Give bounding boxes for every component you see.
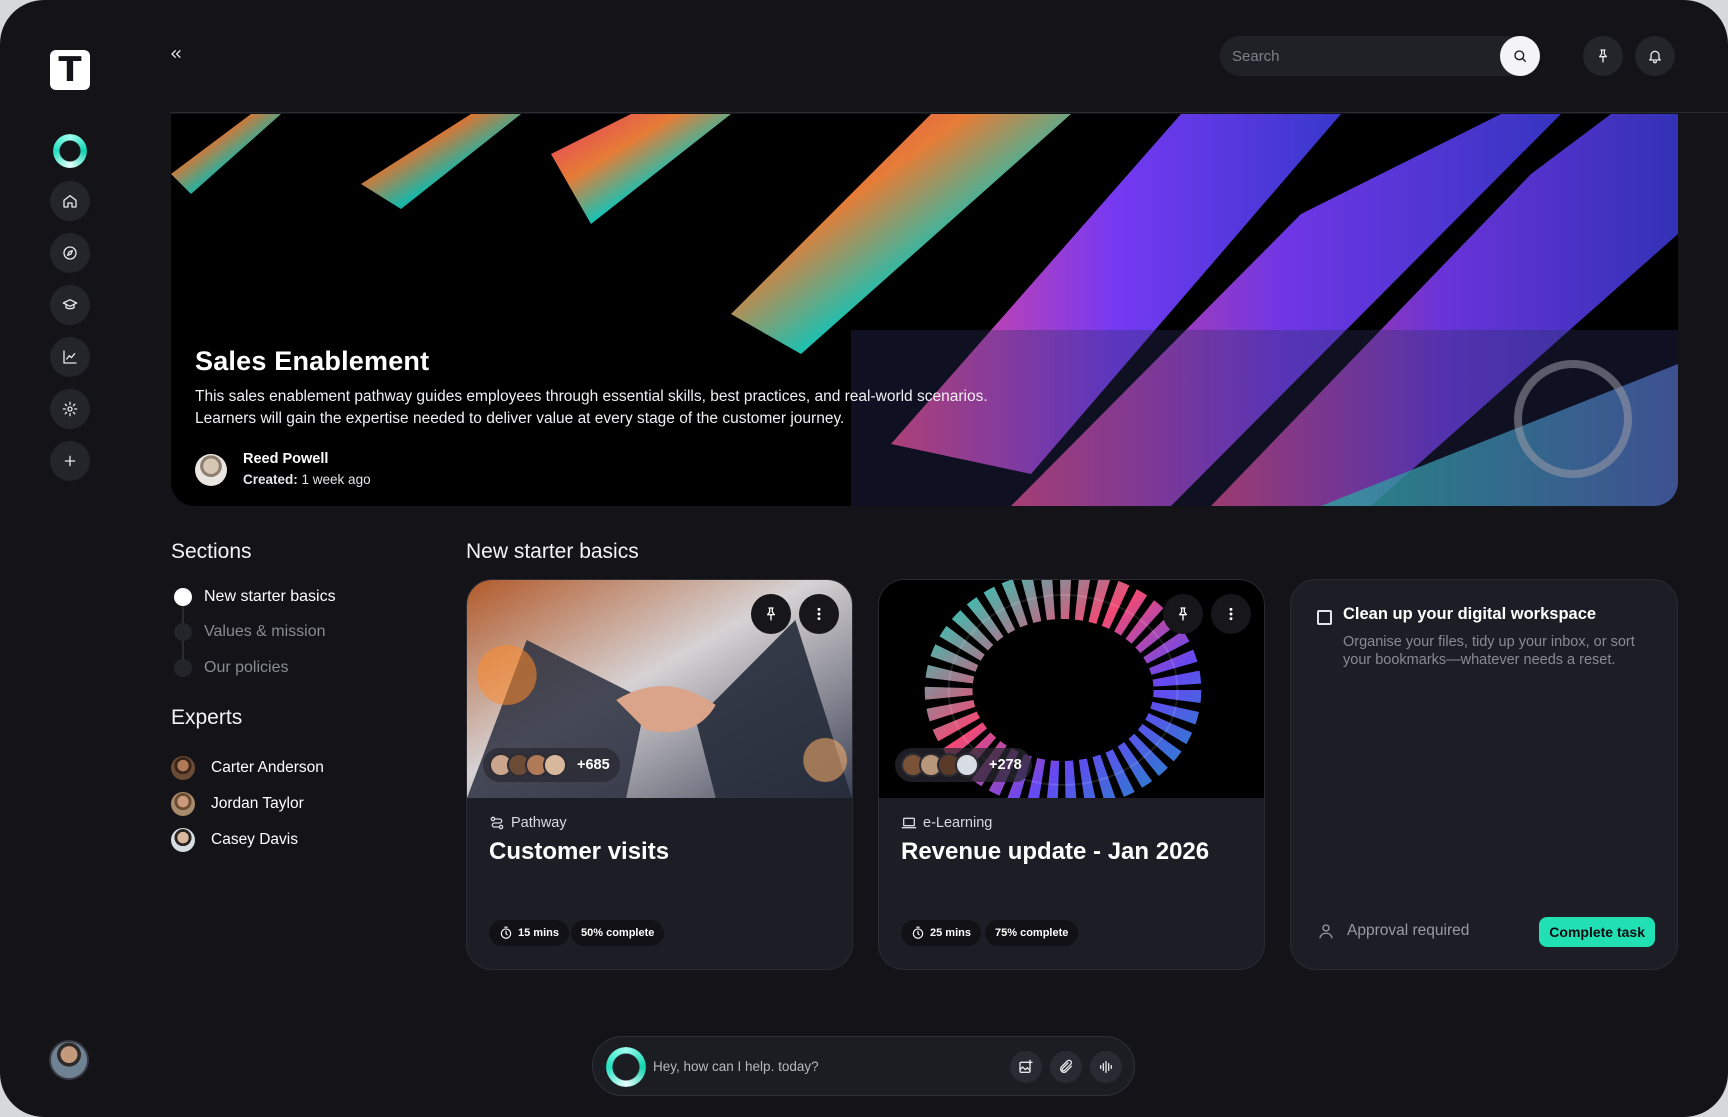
search-input[interactable] xyxy=(1232,36,1482,76)
home-button[interactable] xyxy=(50,181,90,221)
participant-avatar xyxy=(543,753,567,777)
expert-avatar xyxy=(171,756,195,780)
author-avatar xyxy=(195,454,227,486)
learning-button[interactable] xyxy=(50,285,90,325)
hero-title: Sales Enablement xyxy=(195,346,430,376)
app-window: T Search Sales Enablement This sales ena… xyxy=(0,0,1728,1117)
gear-icon xyxy=(62,401,78,417)
participants-group[interactable]: +278 xyxy=(895,748,1032,782)
expert-jordan-taylor[interactable]: Jordan Taylor xyxy=(171,792,304,816)
card-title: Customer visits xyxy=(489,838,670,865)
pin-card-button[interactable] xyxy=(751,594,791,634)
approval-status: Approval required xyxy=(1317,922,1469,940)
timer-icon xyxy=(912,926,924,939)
card-type: Pathway xyxy=(489,815,567,831)
notifications-button[interactable] xyxy=(1635,36,1675,76)
assistant-ring-icon[interactable] xyxy=(53,134,87,168)
section-item-our-policies[interactable]: Our policies xyxy=(174,657,288,679)
more-vertical-icon xyxy=(1229,607,1233,621)
app-logo[interactable]: T xyxy=(50,50,90,90)
analytics-button[interactable] xyxy=(50,337,90,377)
experts-heading: Experts xyxy=(171,706,243,729)
home-icon xyxy=(63,195,77,208)
laptop-icon xyxy=(901,817,917,829)
search-icon xyxy=(1514,50,1526,62)
expert-avatar xyxy=(171,792,195,816)
double-chevron-left-icon xyxy=(171,50,181,58)
card-more-button[interactable] xyxy=(799,594,839,634)
voice-button[interactable] xyxy=(1090,1051,1122,1083)
hero-abstract-artwork xyxy=(171,114,1678,506)
topbar-divider xyxy=(170,112,1728,113)
chat-input[interactable] xyxy=(653,1037,993,1095)
author-name: Reed Powell xyxy=(243,451,329,467)
participants-group[interactable]: +685 xyxy=(483,748,620,782)
pin-card-button[interactable] xyxy=(1163,594,1203,634)
card-more-button[interactable] xyxy=(1211,594,1251,634)
expert-casey-davis[interactable]: Casey Davis xyxy=(171,828,298,852)
duration-pill: 15 mins xyxy=(489,920,569,946)
image-add-icon xyxy=(1019,1059,1033,1073)
compass-icon xyxy=(63,246,77,260)
plus-icon xyxy=(64,455,76,467)
user-avatar[interactable] xyxy=(49,1040,89,1080)
task-title: Clean up your digital workspace xyxy=(1343,605,1597,623)
task-card: Clean up your digital workspace Organise… xyxy=(1290,579,1678,970)
sections-heading: Sections xyxy=(171,540,252,563)
course-card-customer-visits[interactable]: +685 Pathway Customer visits 15 mins 50%… xyxy=(466,579,853,970)
pin-icon xyxy=(767,607,775,621)
timer-icon xyxy=(500,926,512,939)
card-type: e-Learning xyxy=(901,815,992,831)
hero-description: This sales enablement pathway guides emp… xyxy=(195,388,988,427)
graduation-cap-icon xyxy=(62,299,78,310)
chart-icon xyxy=(63,350,77,364)
participants-count: +685 xyxy=(577,757,610,773)
hero-banner[interactable]: Sales Enablement This sales enablement p… xyxy=(171,114,1678,506)
progress-pill: 75% complete xyxy=(985,920,1079,946)
add-image-button[interactable] xyxy=(1010,1051,1042,1083)
assistant-chat-bar xyxy=(592,1036,1135,1096)
audio-wave-icon xyxy=(1100,1061,1112,1073)
add-button[interactable] xyxy=(50,441,90,481)
complete-task-button[interactable]: Complete task xyxy=(1539,917,1655,947)
participant-avatar xyxy=(955,753,979,777)
duration-pill: 25 mins xyxy=(901,920,981,946)
expert-avatar xyxy=(171,828,195,852)
course-card-revenue-update[interactable]: +278 e-Learning Revenue update - Jan 202… xyxy=(878,579,1265,970)
collapse-sidebar-button[interactable] xyxy=(168,46,184,62)
section-item-new-starter-basics[interactable]: New starter basics xyxy=(174,586,336,608)
search-bar xyxy=(1220,36,1540,76)
settings-button[interactable] xyxy=(50,389,90,429)
section-indicator-active xyxy=(174,588,192,606)
assistant-ring-icon xyxy=(606,1047,646,1087)
expert-carter-anderson[interactable]: Carter Anderson xyxy=(171,756,324,780)
search-button[interactable] xyxy=(1500,36,1540,76)
pin-icon xyxy=(1179,607,1187,621)
paperclip-icon xyxy=(1060,1059,1072,1073)
more-vertical-icon xyxy=(817,607,821,621)
bell-icon xyxy=(1649,50,1661,64)
section-indicator xyxy=(174,623,192,641)
card-title: Revenue update - Jan 2026 xyxy=(901,838,1210,865)
attach-button[interactable] xyxy=(1050,1051,1082,1083)
author-created: Created: 1 week ago xyxy=(243,472,371,487)
pin-button[interactable] xyxy=(1583,36,1623,76)
task-description: Organise your files, tidy up your inbox,… xyxy=(1343,634,1635,668)
participants-count: +278 xyxy=(989,757,1022,773)
pin-icon xyxy=(1599,49,1607,63)
content-heading: New starter basics xyxy=(466,540,639,563)
explore-button[interactable] xyxy=(50,233,90,273)
task-checkbox[interactable] xyxy=(1317,610,1332,625)
user-icon xyxy=(1319,924,1333,939)
section-indicator xyxy=(174,659,192,677)
section-item-values-mission[interactable]: Values & mission xyxy=(174,621,326,643)
sidebar: T xyxy=(0,0,140,1117)
pathway-icon xyxy=(490,816,504,830)
progress-pill: 50% complete xyxy=(571,920,665,946)
